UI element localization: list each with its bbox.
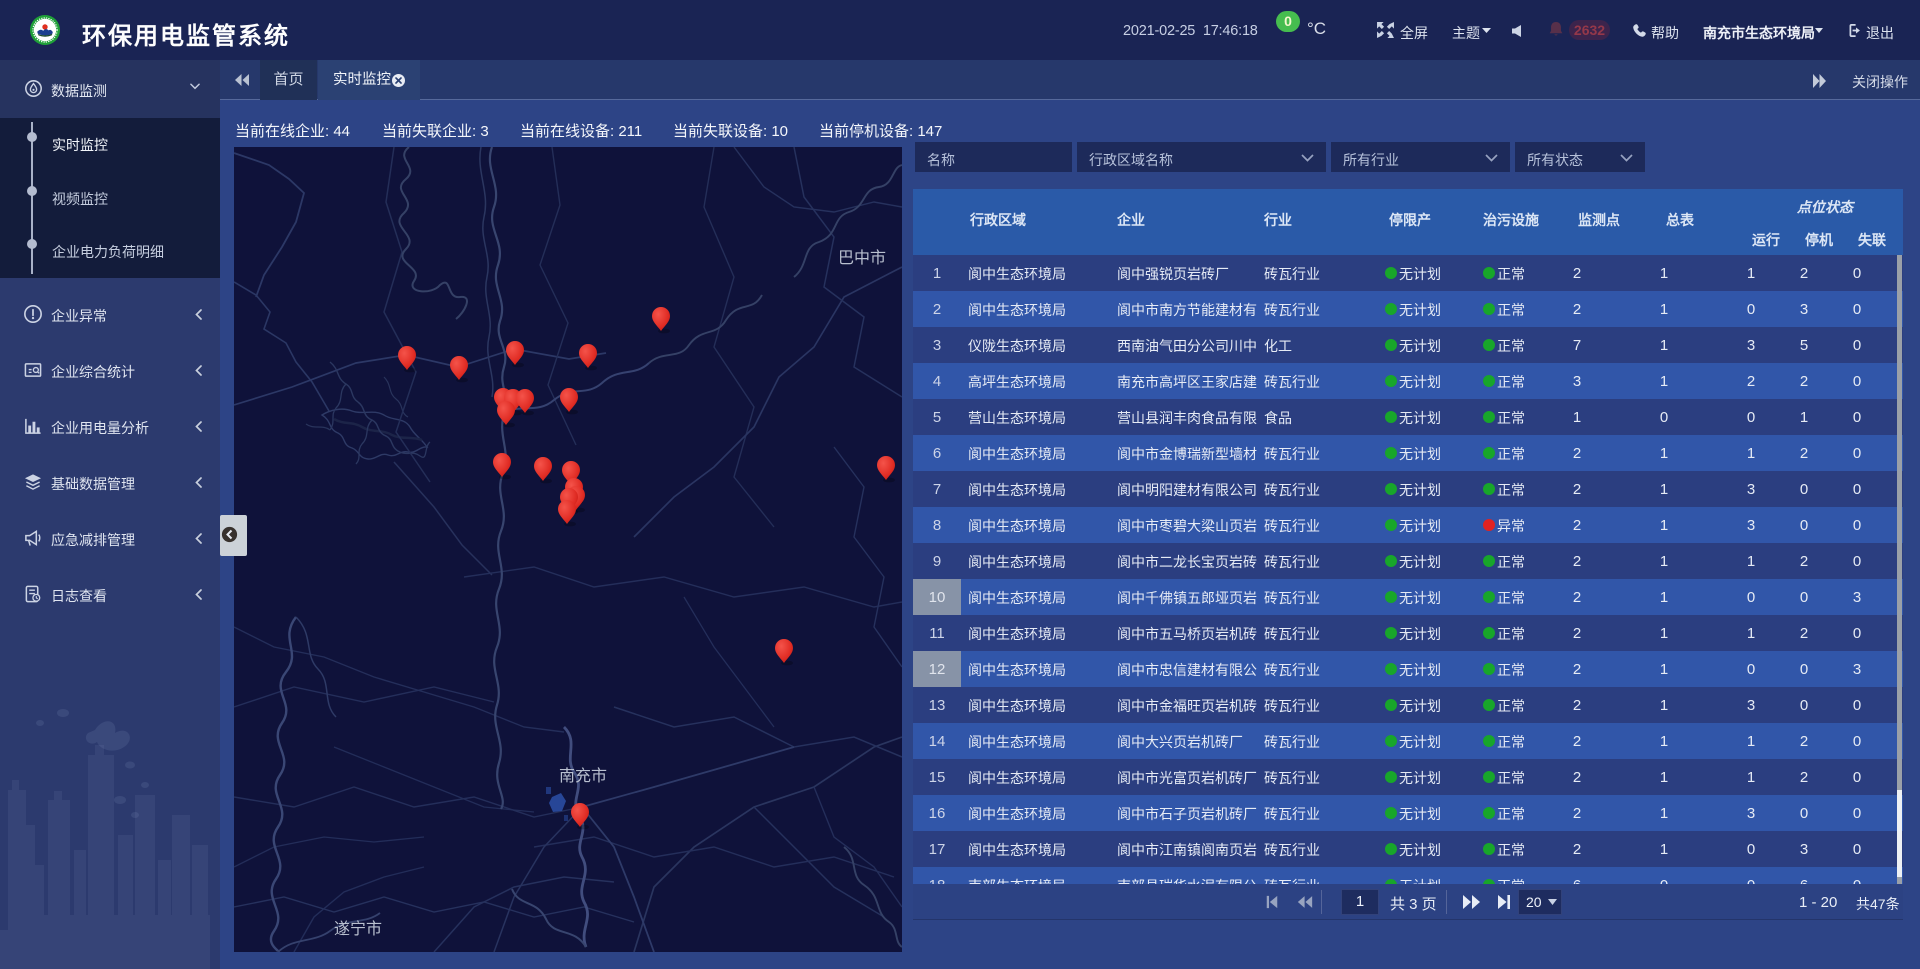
svg-text:巴中市: 巴中市 [838,249,886,267]
svg-text:南充市: 南充市 [559,767,607,785]
svg-text:遂宁市: 遂宁市 [334,920,382,938]
